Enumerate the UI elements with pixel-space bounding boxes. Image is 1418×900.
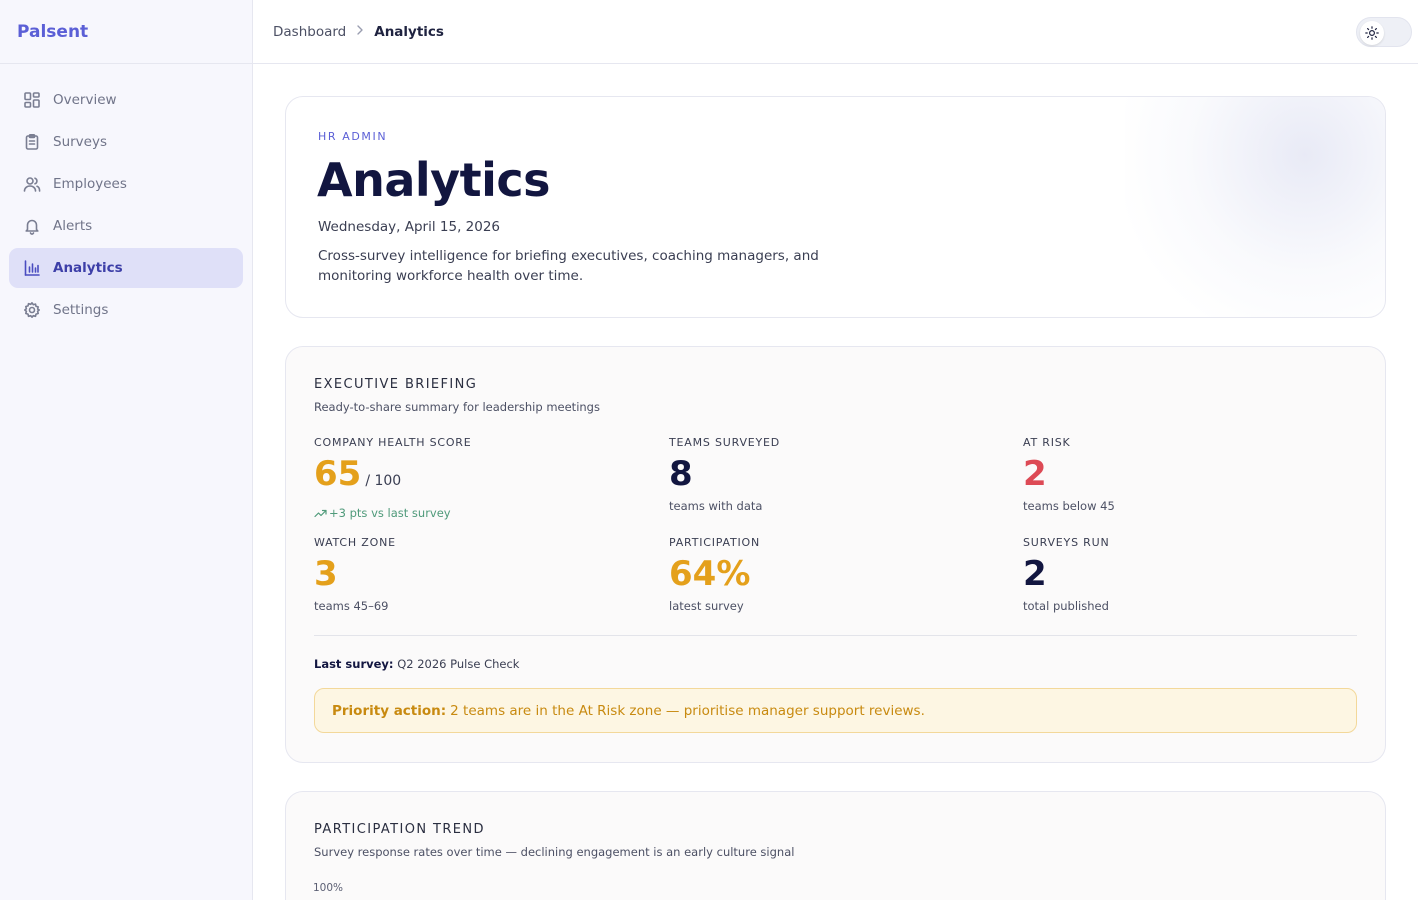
- page-description: Cross-survey intelligence for briefing e…: [318, 248, 819, 284]
- stat-note: latest survey: [669, 599, 744, 613]
- sidebar-item-settings[interactable]: Settings: [9, 290, 243, 330]
- health-trend-note: +3 pts vs last survey: [314, 506, 634, 520]
- stat-value: 2: [1023, 554, 1047, 594]
- health-score-value: 65: [314, 454, 362, 494]
- participation-trend-card: PARTICIPATION TREND Survey response rate…: [285, 791, 1386, 900]
- sidebar-item-label: Overview: [53, 92, 117, 108]
- last-survey-info: Last survey: Q2 2026 Pulse Check: [314, 657, 519, 671]
- stat-note: teams below 45: [1023, 499, 1115, 513]
- bell-icon: [23, 217, 41, 235]
- last-survey-label: Last survey:: [314, 657, 394, 671]
- trend-title: PARTICIPATION TREND: [314, 822, 485, 837]
- briefing-title: EXECUTIVE BRIEFING: [314, 377, 478, 392]
- stat-note: total published: [1023, 599, 1109, 613]
- priority-text: 2 teams are in the At Risk zone — priori…: [450, 702, 925, 719]
- bar-chart-icon: [23, 259, 41, 277]
- sidebar-nav: Overview Surveys Employees Alerts Analyt…: [0, 64, 252, 348]
- stat-value: 65/ 100: [314, 454, 634, 501]
- stat-value: 3: [314, 554, 338, 594]
- stat-health-score: COMPANY HEALTH SCORE 65/ 100 +3 pts vs l…: [314, 436, 634, 520]
- stat-value: 64%: [669, 554, 751, 594]
- gear-icon: [23, 301, 41, 319]
- breadcrumb-dashboard[interactable]: Dashboard: [273, 24, 346, 40]
- current-date: Wednesday, April 15, 2026: [318, 219, 501, 235]
- sidebar-item-surveys[interactable]: Surveys: [9, 122, 243, 162]
- stat-label: SURVEYS RUN: [1023, 536, 1110, 549]
- trend-subtitle: Survey response rates over time — declin…: [314, 845, 795, 859]
- stat-watch-zone: WATCH ZONE 3 teams 45–69: [314, 536, 634, 613]
- hero-decoration: [1125, 97, 1385, 317]
- sidebar-item-label: Alerts: [53, 218, 93, 234]
- stat-label: AT RISK: [1023, 436, 1071, 449]
- stat-note: teams 45–69: [314, 599, 389, 613]
- priority-label: Priority action:: [332, 702, 447, 719]
- chevron-right-icon: [356, 24, 364, 39]
- sidebar-item-label: Analytics: [53, 260, 123, 276]
- theme-toggle[interactable]: [1356, 17, 1412, 47]
- stat-value: 2: [1023, 454, 1047, 494]
- clipboard-icon: [23, 133, 41, 151]
- sidebar-item-label: Settings: [53, 302, 109, 318]
- sidebar-item-label: Surveys: [53, 134, 107, 150]
- last-survey-value: Q2 2026 Pulse Check: [397, 657, 520, 671]
- health-score-unit: / 100: [365, 473, 402, 489]
- sidebar-item-employees[interactable]: Employees: [9, 164, 243, 204]
- executive-briefing-card: EXECUTIVE BRIEFING Ready-to-share summar…: [285, 346, 1386, 763]
- stat-label: PARTICIPATION: [669, 536, 761, 549]
- divider: [314, 635, 1357, 636]
- main-content: HR ADMIN Analytics Wednesday, April 15, …: [253, 64, 1418, 900]
- y-axis-tick-label: 100%: [313, 882, 344, 894]
- stat-surveys-run: SURVEYS RUN 2 total published: [1023, 536, 1343, 613]
- sidebar-item-analytics[interactable]: Analytics: [9, 248, 243, 288]
- sidebar-item-alerts[interactable]: Alerts: [9, 206, 243, 246]
- sidebar: Palsent Overview Surveys Employees Alert…: [0, 0, 253, 900]
- sun-icon: [1360, 21, 1384, 45]
- stat-label: TEAMS SURVEYED: [669, 436, 781, 449]
- grid-icon: [23, 91, 41, 109]
- breadcrumb-current: Analytics: [374, 23, 444, 40]
- sidebar-item-overview[interactable]: Overview: [9, 80, 243, 120]
- stat-value: 8: [669, 454, 693, 494]
- breadcrumb: Dashboard Analytics: [273, 24, 444, 40]
- users-icon: [23, 175, 41, 193]
- priority-action-banner: Priority action: 2 teams are in the At R…: [314, 688, 1357, 733]
- hero-card: HR ADMIN Analytics Wednesday, April 15, …: [285, 96, 1386, 318]
- briefing-subtitle: Ready-to-share summary for leadership me…: [314, 400, 600, 414]
- stat-participation: PARTICIPATION 64% latest survey: [669, 536, 989, 613]
- trending-up-icon: [314, 509, 327, 518]
- sidebar-item-label: Employees: [53, 176, 127, 192]
- top-bar: Dashboard Analytics: [253, 0, 1418, 64]
- stat-label: COMPANY HEALTH SCORE: [314, 436, 472, 449]
- page-title: Analytics: [317, 153, 551, 207]
- stat-teams-surveyed: TEAMS SURVEYED 8 teams with data: [669, 436, 989, 513]
- stat-label: WATCH ZONE: [314, 536, 396, 549]
- stat-note: teams with data: [669, 499, 763, 513]
- role-eyebrow: HR ADMIN: [318, 130, 388, 143]
- brand-logo[interactable]: Palsent: [0, 0, 252, 64]
- health-trend-text: +3 pts vs last survey: [329, 506, 451, 520]
- stat-at-risk: AT RISK 2 teams below 45: [1023, 436, 1343, 513]
